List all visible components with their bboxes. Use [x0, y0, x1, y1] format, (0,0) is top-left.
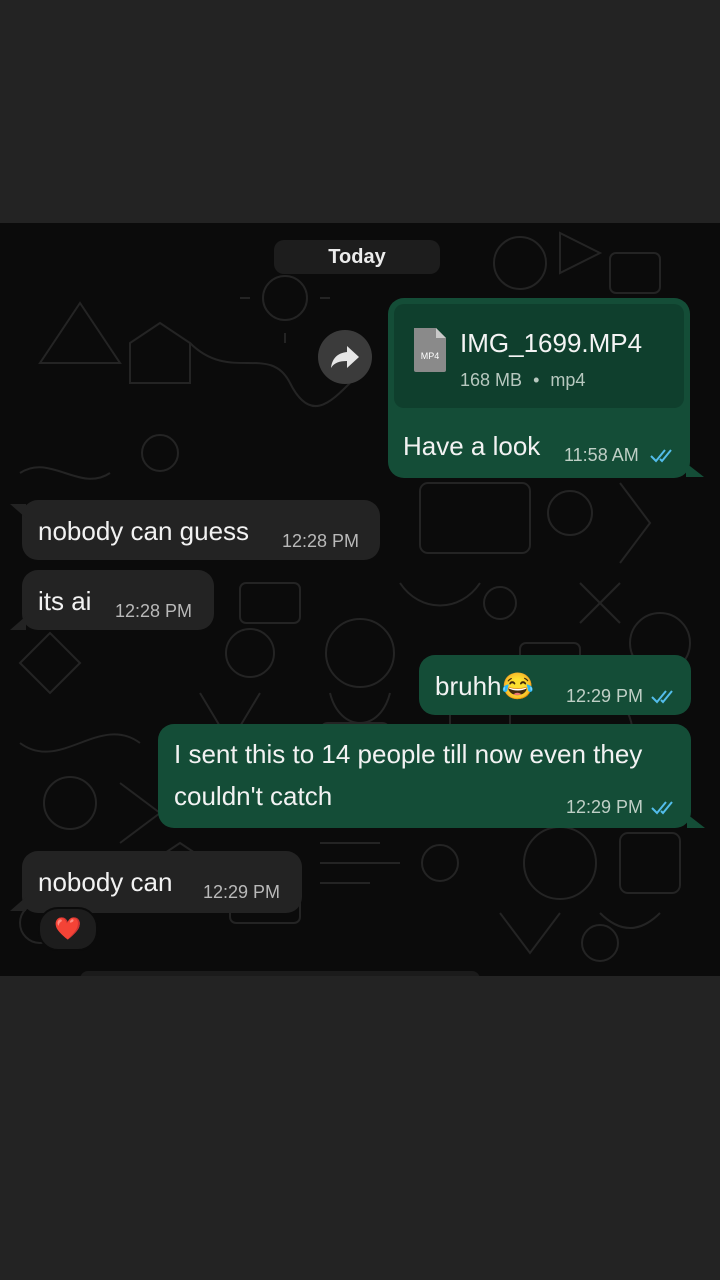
message-text-line-2: couldn't catch — [174, 781, 333, 811]
message-time: 11:58 AM — [564, 445, 639, 465]
heart-reaction-icon: ❤️ — [54, 916, 82, 941]
file-attachment-card[interactable]: MP4 IMG_1699.MP4 168 MB • mp4 — [394, 304, 684, 408]
read-receipt-icon — [650, 449, 672, 463]
chat-area: Today MP4 IMG_1699.MP4 168 MB • mp4 Have… — [0, 223, 720, 976]
message-text: bruhh😂 — [435, 671, 534, 701]
forward-button[interactable] — [318, 330, 372, 384]
bubble-tail-incoming — [10, 616, 26, 630]
read-receipt-icon — [651, 690, 673, 704]
message-text: nobody can guess — [38, 516, 250, 546]
file-size: 168 MB — [460, 370, 523, 390]
message-incoming[interactable]: nobody can 12:29 PM — [22, 851, 302, 913]
message-incoming[interactable]: its ai 12:28 PM — [22, 570, 214, 630]
bubble-tail-incoming — [10, 504, 26, 518]
mp4-file-icon: MP4 — [414, 328, 446, 372]
file-meta: 168 MB • mp4 — [460, 370, 585, 391]
file-name: IMG_1699.MP4 — [460, 328, 643, 358]
file-icon-label: MP4 — [421, 351, 440, 361]
message-outgoing[interactable]: I sent this to 14 people till now even t… — [158, 724, 691, 828]
read-receipt-icon — [651, 801, 673, 815]
message-time: 12:28 PM — [115, 601, 193, 621]
message-file-outgoing[interactable]: MP4 IMG_1699.MP4 168 MB • mp4 Have a loo… — [388, 298, 690, 478]
bubble-tail-outgoing — [687, 814, 705, 828]
file-meta-separator: • — [533, 370, 540, 390]
message-text: Have a look — [403, 431, 541, 461]
file-extension: mp4 — [550, 370, 586, 390]
composer-edge — [80, 971, 480, 976]
bubble-tail-outgoing — [686, 463, 704, 477]
message-time: 12:28 PM — [282, 531, 360, 551]
reaction-badge[interactable]: ❤️ — [38, 907, 98, 951]
message-time: 12:29 PM — [203, 882, 281, 902]
message-text-line-1: I sent this to 14 people till now even t… — [174, 739, 643, 769]
forward-icon — [331, 346, 359, 368]
message-incoming[interactable]: nobody can guess 12:28 PM — [22, 500, 380, 560]
message-outgoing[interactable]: bruhh😂 12:29 PM — [419, 655, 691, 715]
date-divider: Today — [274, 240, 440, 274]
message-time: 12:29 PM — [566, 797, 644, 817]
message-text: its ai — [38, 586, 92, 616]
message-time: 12:29 PM — [566, 686, 644, 706]
message-text: nobody can — [38, 867, 173, 897]
bubble-tail-incoming — [10, 897, 26, 911]
